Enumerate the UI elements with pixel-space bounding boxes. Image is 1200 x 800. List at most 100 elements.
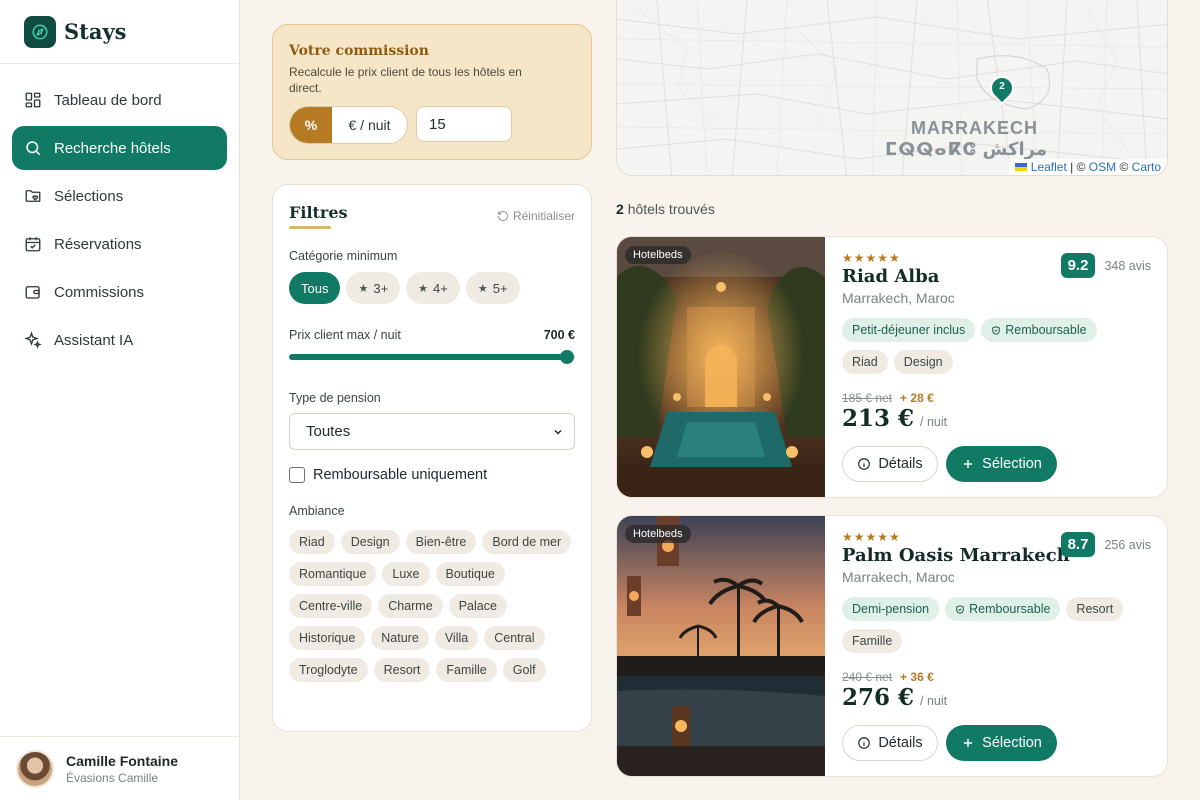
- refundable-badge: Remboursable: [945, 597, 1061, 621]
- ambiance-chip[interactable]: Troglodyte: [289, 658, 368, 682]
- nav-item-ai-assistant[interactable]: Assistant IA: [12, 318, 227, 362]
- hotel-tags: Petit-déjeuner inclus Remboursable Riad …: [842, 318, 1142, 374]
- nav-label: Recherche hôtels: [54, 139, 171, 157]
- ambiance-chip[interactable]: Charme: [378, 594, 443, 618]
- leaflet-link[interactable]: Leaflet: [1031, 160, 1067, 174]
- user-profile[interactable]: Camille Fontaine Évasions Camille: [0, 736, 240, 800]
- nav-label: Assistant IA: [54, 331, 134, 349]
- chevron-down-icon: [554, 429, 562, 435]
- star-icon: ★: [418, 282, 429, 295]
- ambiance-chip[interactable]: Bien-être: [405, 530, 477, 554]
- markup: + 28 €: [900, 391, 934, 405]
- category-chip-label: Tous: [301, 280, 329, 296]
- client-price: 213 €: [842, 405, 915, 432]
- client-price: 276 €: [842, 684, 915, 711]
- commission-panel: Votre commission Recalcule le prix clien…: [272, 24, 592, 160]
- source-badge: Hotelbeds: [625, 246, 691, 264]
- net-price: 185 € net: [842, 391, 893, 405]
- ambiance-chip[interactable]: Golf: [502, 658, 546, 682]
- refundable-badge-label: Remboursable: [969, 602, 1051, 616]
- review-count: 256 avis: [1104, 537, 1151, 552]
- review-count: 348 avis: [1104, 258, 1151, 273]
- ambiance-chip[interactable]: Palace: [448, 594, 507, 618]
- category-chip-label: 3+: [373, 280, 389, 296]
- nav-item-dashboard[interactable]: Tableau de bord: [12, 78, 227, 122]
- carto-link[interactable]: Carto: [1132, 160, 1161, 174]
- map[interactable]: 2 MARRAKECH ⵎⵕⵕⴰⴽⵛ مراكش Leaflet | © OSM…: [616, 0, 1168, 176]
- sparkles-icon: [24, 331, 42, 349]
- ambiance-chip[interactable]: Design: [340, 530, 400, 554]
- info-icon: [858, 737, 871, 749]
- search-icon: [26, 141, 41, 156]
- category-chip-label: 4+: [433, 280, 448, 296]
- ambiance-chip[interactable]: Villa: [434, 626, 479, 650]
- commission-mode-toggle: % € / nuit: [289, 106, 408, 144]
- select-label: Sélection: [982, 456, 1042, 472]
- details-button[interactable]: Détails: [842, 446, 938, 482]
- nav-item-reservations[interactable]: Réservations: [12, 222, 227, 266]
- ambiance-badge: Famille: [842, 629, 903, 653]
- net-price: 240 € net: [842, 670, 893, 684]
- ambiance-chip[interactable]: Riad: [289, 530, 335, 554]
- ambiance-badge: Design: [893, 350, 953, 374]
- category-chip-all[interactable]: Tous: [289, 272, 341, 304]
- hotel-photo: [617, 237, 825, 497]
- select-button[interactable]: Sélection: [946, 725, 1057, 761]
- category-chips: Tous ★ 3+ ★ 4+ ★ 5+: [289, 272, 575, 304]
- ambiance-chip[interactable]: Nature: [371, 626, 429, 650]
- user-name: Camille Fontaine: [66, 752, 179, 769]
- brand[interactable]: Stays: [0, 0, 239, 64]
- wallet-icon: [25, 286, 40, 299]
- hotel-photo: [617, 516, 825, 776]
- refundable-checkbox[interactable]: [289, 467, 305, 483]
- price-label: Prix client max / nuit: [289, 328, 401, 342]
- title-underline: [289, 226, 331, 229]
- select-button[interactable]: Sélection: [946, 446, 1057, 482]
- ambiance-chip[interactable]: Luxe: [382, 562, 430, 586]
- refundable-toggle[interactable]: Remboursable uniquement: [289, 467, 575, 483]
- ambiance-label: Ambiance: [289, 504, 345, 518]
- slider-thumb[interactable]: [560, 350, 574, 364]
- plus-icon: [964, 459, 973, 469]
- mode-per-night-button[interactable]: € / nuit: [332, 107, 407, 143]
- ambiance-chip[interactable]: Historique: [289, 626, 366, 650]
- hotel-tags: Demi-pension Remboursable Resort Famille: [842, 597, 1142, 653]
- ambiance-chip[interactable]: Famille: [436, 658, 497, 682]
- mode-percent-button[interactable]: %: [290, 107, 332, 143]
- nav-item-selections[interactable]: Sélections: [12, 174, 227, 218]
- ambiance-chip[interactable]: Central: [484, 626, 545, 650]
- hotel-card[interactable]: Hotelbeds ★★★★★ Riad Alba Marrakech, Mar…: [616, 236, 1168, 498]
- ambiance-chip[interactable]: Bord de mer: [482, 530, 572, 554]
- feature-badge: Petit-déjeuner inclus: [842, 318, 976, 342]
- ambiance-chip[interactable]: Resort: [373, 658, 431, 682]
- filters-title: Filtres: [289, 203, 348, 222]
- commission-value-input[interactable]: [416, 106, 512, 142]
- ambiance-chip[interactable]: Romantique: [289, 562, 377, 586]
- results-label: hôtels trouvés: [627, 201, 715, 217]
- avatar: [16, 749, 54, 788]
- category-chip-4[interactable]: ★ 4+: [406, 272, 460, 304]
- details-button[interactable]: Détails: [842, 725, 938, 761]
- board-type-select[interactable]: Toutes: [289, 413, 575, 450]
- ambiance-tags: Riad Design Bien-être Bord de mer Romantique…: [289, 530, 579, 682]
- commission-title: Votre commission: [289, 43, 429, 59]
- category-chip-3[interactable]: ★ 3+: [346, 272, 401, 304]
- commission-description: Recalcule le prix client de tous les hôt…: [289, 65, 522, 95]
- nav-item-hotel-search[interactable]: Recherche hôtels: [12, 126, 227, 170]
- source-badge: Hotelbeds: [625, 525, 691, 543]
- nav-label: Tableau de bord: [54, 91, 162, 109]
- nav-item-commissions[interactable]: Commissions: [12, 270, 227, 314]
- board-type-value: Toutes: [306, 423, 351, 440]
- plus-icon: [964, 738, 973, 748]
- price-slider[interactable]: [289, 349, 575, 365]
- hotel-card[interactable]: Hotelbeds ★★★★★ Palm Oasis Marrakech Mar…: [616, 515, 1168, 777]
- results-number: 2: [616, 201, 624, 217]
- reset-filters-button[interactable]: Réinitialiser: [497, 209, 575, 223]
- ambiance-chip[interactable]: Centre-ville: [289, 594, 373, 618]
- osm-link[interactable]: OSM: [1089, 160, 1116, 174]
- review-score: 9.2 348 avis: [1060, 253, 1151, 278]
- info-icon: [858, 458, 871, 470]
- ambiance-chip[interactable]: Boutique: [435, 562, 505, 586]
- category-chip-5[interactable]: ★ 5+: [465, 272, 520, 304]
- board-label: Type de pension: [289, 391, 381, 405]
